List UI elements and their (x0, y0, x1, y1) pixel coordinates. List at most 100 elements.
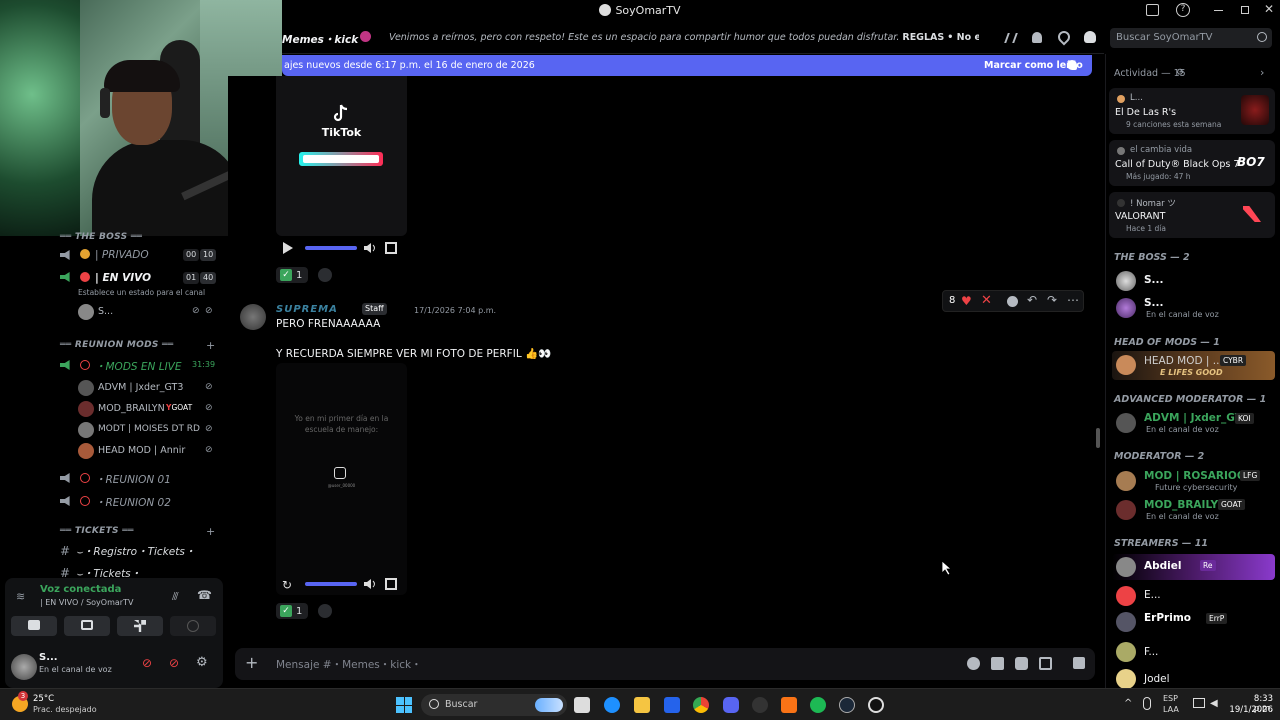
avatar[interactable] (1116, 557, 1136, 577)
gear-icon[interactable]: ⚙ (1176, 68, 1184, 78)
mic-muted-icon[interactable]: ⊘ (142, 656, 152, 670)
volume-slider[interactable] (305, 246, 357, 250)
fullscreen-icon[interactable] (385, 242, 397, 254)
category-tickets[interactable]: ══ TICKETS ══ (60, 526, 134, 536)
noise-suppression-icon[interactable]: ⫻ (172, 590, 179, 604)
maximize-icon[interactable] (1241, 6, 1249, 14)
gear-icon[interactable]: ⚙ (196, 655, 208, 670)
task-view-icon[interactable] (574, 697, 590, 713)
more-icon[interactable]: ⋯ (1067, 293, 1079, 307)
add-channel-icon[interactable]: + (206, 339, 215, 352)
members-icon[interactable] (1084, 31, 1096, 43)
steam-icon[interactable] (839, 697, 855, 713)
obs-icon[interactable] (752, 697, 768, 713)
reaction-check[interactable]: ✓ 1 (276, 267, 308, 283)
search-input[interactable]: Buscar SoyOmarTV (1110, 28, 1272, 48)
heart-icon[interactable]: ♥ (961, 294, 972, 308)
avatar[interactable] (1116, 500, 1136, 520)
avatar[interactable] (1116, 586, 1136, 606)
avatar[interactable] (11, 654, 37, 680)
network-icon[interactable] (1193, 698, 1205, 708)
close-icon[interactable]: ✕ (1264, 2, 1274, 16)
emoji-picker-icon[interactable] (1007, 296, 1018, 307)
emoji-icon[interactable] (967, 657, 980, 670)
volume-icon[interactable]: ◀ (1210, 698, 1218, 709)
activity-card[interactable]: ! Nomar ツ VALORANT Hace 1 día (1109, 192, 1275, 238)
reaction-check[interactable]: ✓ 1 (276, 603, 308, 619)
forward-icon[interactable]: ↷ (1047, 293, 1057, 307)
channel-privado[interactable]: | PRIVADO (95, 249, 149, 261)
pin-icon[interactable] (1055, 28, 1073, 46)
avatar[interactable] (1116, 298, 1136, 318)
avatar[interactable] (1116, 642, 1136, 662)
activities-button[interactable] (117, 616, 163, 636)
attach-icon[interactable]: + (245, 653, 258, 672)
store-icon[interactable] (664, 697, 680, 713)
add-reaction-icon[interactable] (318, 604, 332, 618)
image-icon[interactable] (1039, 657, 1052, 670)
add-reaction-icon[interactable] (318, 268, 332, 282)
category-reunion-mods[interactable]: ══ REUNION MODS ══ (60, 340, 174, 350)
channel-reunion-02[interactable]: ・REUNION 02 (95, 495, 171, 510)
inbox-icon[interactable] (1146, 4, 1159, 16)
channel-mods-en-live[interactable]: ・MODS EN LIVE (95, 359, 182, 374)
avatar[interactable] (1116, 413, 1136, 433)
threads-icon[interactable] (1004, 33, 1018, 43)
new-messages-bar[interactable]: ajes nuevos desde 6:17 p.m. el 16 de ene… (282, 55, 1092, 76)
chat-scrollbar[interactable] (1096, 428, 1100, 448)
sticker-icon[interactable] (1015, 657, 1028, 670)
activity-card[interactable]: L... El De Las R's 9 canciones esta sema… (1109, 88, 1275, 134)
chevron-up-icon[interactable]: ^ (1124, 698, 1132, 709)
soundboard-button[interactable] (170, 616, 216, 636)
message-author[interactable]: SUPREMA (276, 304, 338, 315)
reply-icon[interactable]: ↶ (1027, 293, 1037, 307)
chevron-right-icon[interactable]: › (1260, 66, 1264, 79)
avatar[interactable] (78, 422, 94, 438)
discord-icon[interactable] (723, 697, 739, 713)
play-icon[interactable] (282, 242, 294, 254)
avatar[interactable] (78, 401, 94, 417)
activity-card[interactable]: el cambia vida Call of Duty® Black Ops 7… (1109, 140, 1275, 186)
avatar[interactable] (1116, 669, 1136, 689)
avatar[interactable] (78, 380, 94, 396)
minimize-icon[interactable] (1214, 10, 1223, 11)
app-icon[interactable] (781, 697, 797, 713)
help-icon[interactable]: ? (1176, 3, 1190, 17)
avatar[interactable] (78, 443, 94, 459)
windows-start-icon[interactable] (396, 697, 412, 713)
spotify-icon[interactable] (810, 697, 826, 713)
screen-share-button[interactable] (64, 616, 110, 636)
replay-icon[interactable]: ↻ (282, 578, 292, 592)
avatar[interactable] (1116, 271, 1136, 291)
avatar[interactable] (78, 304, 94, 320)
avatar[interactable] (1116, 612, 1136, 632)
channel-topic[interactable]: Venimos a reírnos, pero con respeto! Est… (389, 32, 979, 43)
app-icon[interactable] (868, 697, 884, 713)
volume-slider[interactable] (305, 582, 357, 586)
channel-registro-tickets[interactable]: ⌣・Registro・Tickets・ (76, 544, 195, 559)
avatar[interactable] (1116, 355, 1136, 375)
channel-reunion-01[interactable]: ・REUNION 01 (95, 472, 171, 487)
file-explorer-icon[interactable] (634, 697, 650, 713)
x-reaction-icon[interactable]: ✕ (981, 293, 992, 308)
gif-icon[interactable] (991, 657, 1004, 670)
microphone-icon[interactable] (1143, 697, 1151, 710)
volume-icon[interactable] (363, 577, 377, 591)
disconnect-icon[interactable]: ☎ (197, 588, 212, 602)
add-channel-icon[interactable]: + (206, 525, 215, 538)
avatar[interactable] (1116, 471, 1136, 491)
camera-button[interactable] (11, 616, 57, 636)
chrome-icon[interactable] (693, 697, 709, 713)
volume-icon[interactable] (363, 241, 377, 255)
message-input[interactable]: Mensaje #・Memes・kick・ (276, 657, 422, 672)
member-row-highlight[interactable] (1112, 554, 1275, 580)
bell-icon[interactable] (1032, 32, 1042, 43)
apps-icon[interactable] (1073, 657, 1085, 669)
fullscreen-icon[interactable] (385, 578, 397, 590)
taskbar-search[interactable]: Buscar (421, 694, 567, 716)
headphones-muted-icon[interactable]: ⊘ (169, 656, 179, 670)
video-embed[interactable]: Yo en mi primer día en la escuela de man… (276, 363, 407, 595)
message-composer[interactable]: + Mensaje #・Memes・kick・ (235, 648, 1095, 680)
edge-icon[interactable] (604, 697, 620, 713)
tiktok-embed[interactable]: TikTok (276, 76, 407, 236)
